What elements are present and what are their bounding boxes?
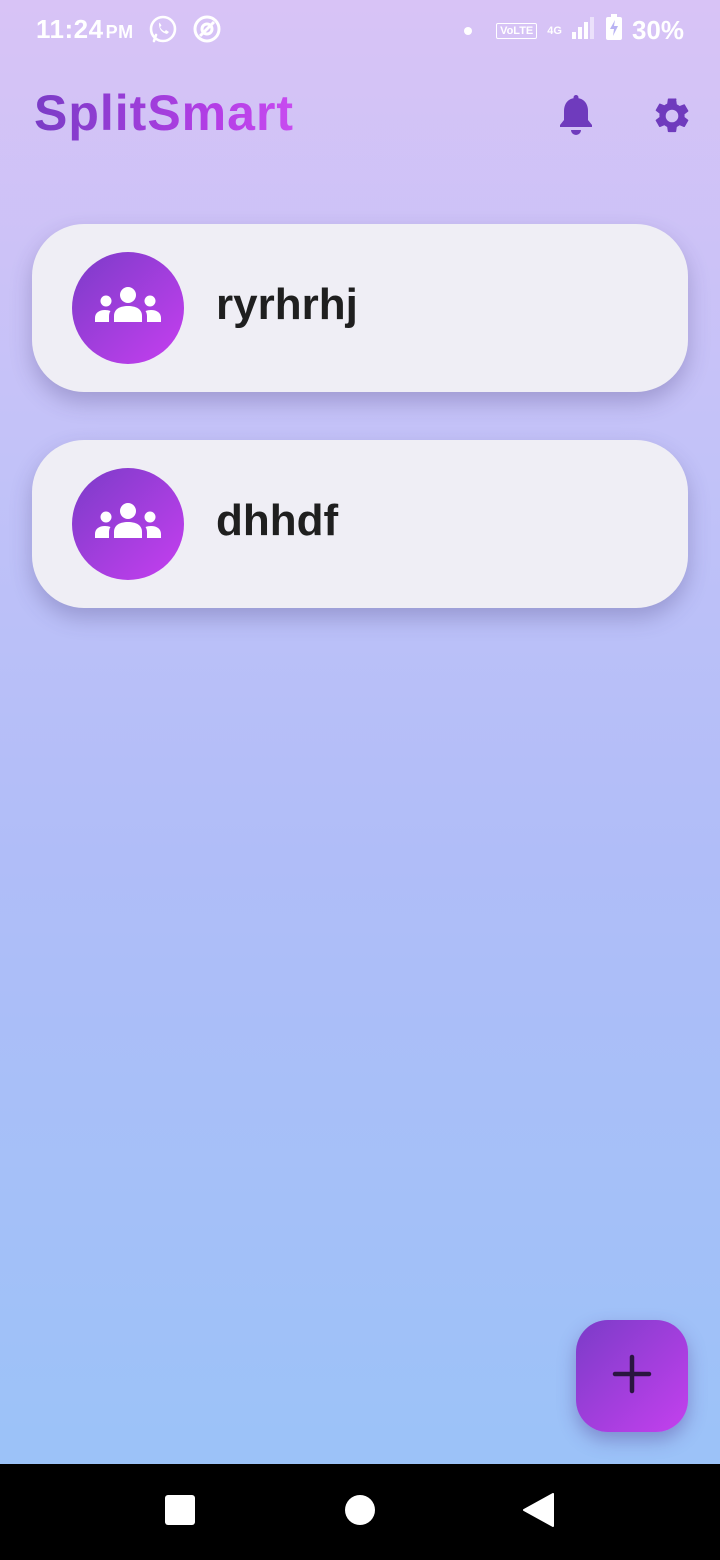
status-time-value: 11:24 [36,14,104,44]
app-header: SplitSmart [0,78,720,158]
status-bar: 11:24 PM VoLTE 4G 30% [0,0,720,62]
group-avatar [72,252,184,364]
group-card-ryrhrhj[interactable]: ryrhrhj [32,224,688,392]
group-icon [95,286,161,331]
group-avatar [72,468,184,580]
system-nav-bar [0,1464,720,1560]
notifications-button[interactable] [552,94,600,142]
add-group-button[interactable] [576,1320,688,1432]
network-type: 4G [547,24,562,37]
square-recents-icon [164,1494,196,1531]
dot-icon [464,26,473,35]
status-right: VoLTE 4G 30% [464,14,684,47]
group-name: ryrhrhj [216,280,358,329]
status-ampm: PM [105,22,134,42]
app-title: SplitSmart [34,85,295,141]
app-notification-icon [192,14,222,51]
group-name: dhhdf [216,496,339,545]
recents-button[interactable] [132,1464,228,1560]
circle-home-icon [344,1494,376,1531]
battery-charging-icon [605,14,622,47]
back-button[interactable] [490,1464,586,1560]
triangle-back-icon [522,1492,554,1532]
group-icon [95,502,161,547]
group-card-dhhdf[interactable]: dhhdf [32,440,688,608]
home-button[interactable] [312,1464,408,1560]
signal-icon [571,15,596,46]
plus-icon [612,1354,652,1399]
settings-button[interactable] [648,94,696,142]
status-time: 11:24 PM [36,14,134,45]
bell-icon [557,94,595,142]
gear-icon [651,95,693,142]
whatsapp-icon [148,14,178,51]
battery-percent: 30% [631,15,684,45]
volte-badge: VoLTE [496,22,538,39]
